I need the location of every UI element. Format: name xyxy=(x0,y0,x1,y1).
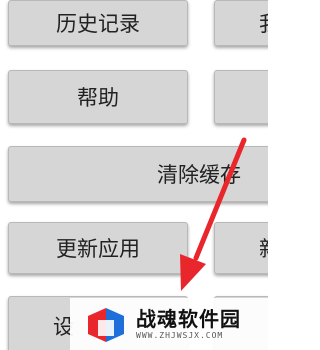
help-button[interactable]: 帮助 xyxy=(8,70,188,124)
history-button-label: 历史记录 xyxy=(56,12,140,36)
right-update-button[interactable]: 新 xyxy=(214,222,268,274)
watermark-title: 战魂软件园 xyxy=(136,307,241,331)
clear-cache-button[interactable]: 清除缓存 xyxy=(8,146,268,202)
watermark-url: WWW.ZHJWSJX.COM xyxy=(136,331,224,340)
help-button-label: 帮助 xyxy=(77,86,119,110)
logo-icon xyxy=(88,308,124,342)
update-app-button[interactable]: 更新应用 xyxy=(8,222,188,274)
right-top-button-label: 我 xyxy=(259,8,268,38)
update-app-button-label: 更新应用 xyxy=(56,237,140,261)
right-top-button[interactable]: 我 xyxy=(214,0,268,46)
clear-cache-button-label: 清除缓存 xyxy=(157,163,241,187)
watermark: 战魂软件园 WWW.ZHJWSJX.COM xyxy=(70,298,268,350)
right-update-button-label: 新 xyxy=(259,233,268,263)
watermark-text: 战魂软件园 WWW.ZHJWSJX.COM xyxy=(136,307,241,341)
right-help-button[interactable] xyxy=(214,70,268,124)
history-button[interactable]: 历史记录 xyxy=(8,0,188,46)
